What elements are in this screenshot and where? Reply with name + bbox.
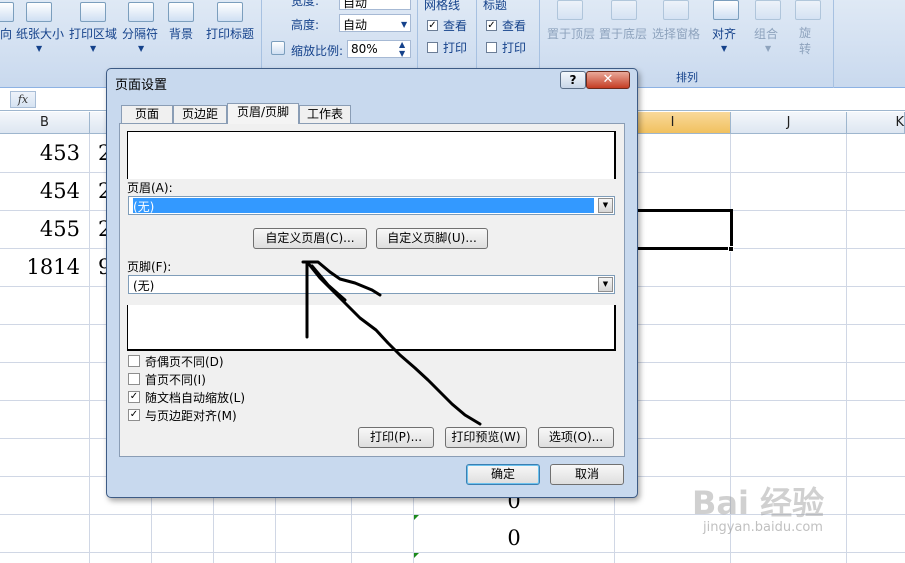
- watermark-logo: Bai 经验: [692, 484, 825, 522]
- tab-header-footer[interactable]: 页眉/页脚: [227, 103, 299, 124]
- watermark-url: jingyan.baidu.com: [703, 520, 823, 535]
